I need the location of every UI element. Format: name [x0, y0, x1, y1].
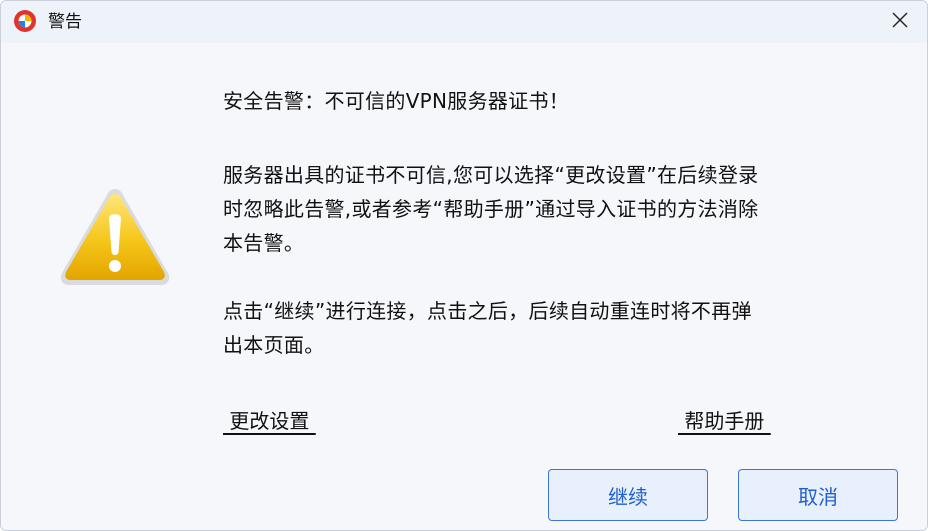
- warning-dialog: 警告 安全告警：不可信的VPN服务器证书！ 服务器出具的证书不可信,您可以选择“…: [0, 0, 928, 531]
- cancel-button[interactable]: 取消: [738, 469, 898, 521]
- close-icon: [891, 11, 909, 33]
- description-line: 时忽略此告警,或者参考“帮助手册”通过导入证书的方法消除: [223, 197, 759, 221]
- title-bar: 警告: [1, 1, 927, 43]
- alert-description: 服务器出具的证书不可信,您可以选择“更改设置”在后续登录 时忽略此告警,或者参考…: [223, 158, 873, 260]
- change-settings-link[interactable]: 更改设置: [223, 408, 316, 434]
- note-line: 出本页面。: [223, 333, 325, 357]
- continue-button[interactable]: 继续: [548, 469, 708, 521]
- continue-note: 点击“继续”进行连接，点击之后，后续自动重连时将不再弹 出本页面。: [223, 294, 873, 362]
- app-logo-icon: [13, 9, 37, 33]
- help-manual-link[interactable]: 帮助手册: [678, 408, 771, 434]
- description-line: 服务器出具的证书不可信,您可以选择“更改设置”在后续登录: [223, 163, 759, 187]
- alert-title: 安全告警：不可信的VPN服务器证书！: [223, 89, 570, 113]
- window-title: 警告: [48, 12, 82, 32]
- warning-icon: [57, 185, 173, 289]
- close-button[interactable]: [877, 1, 923, 43]
- description-line: 本告警。: [223, 231, 305, 255]
- note-line: 点击“继续”进行连接，点击之后，后续自动重连时将不再弹: [223, 299, 752, 323]
- dialog-body: 安全告警：不可信的VPN服务器证书！ 服务器出具的证书不可信,您可以选择“更改设…: [1, 43, 927, 530]
